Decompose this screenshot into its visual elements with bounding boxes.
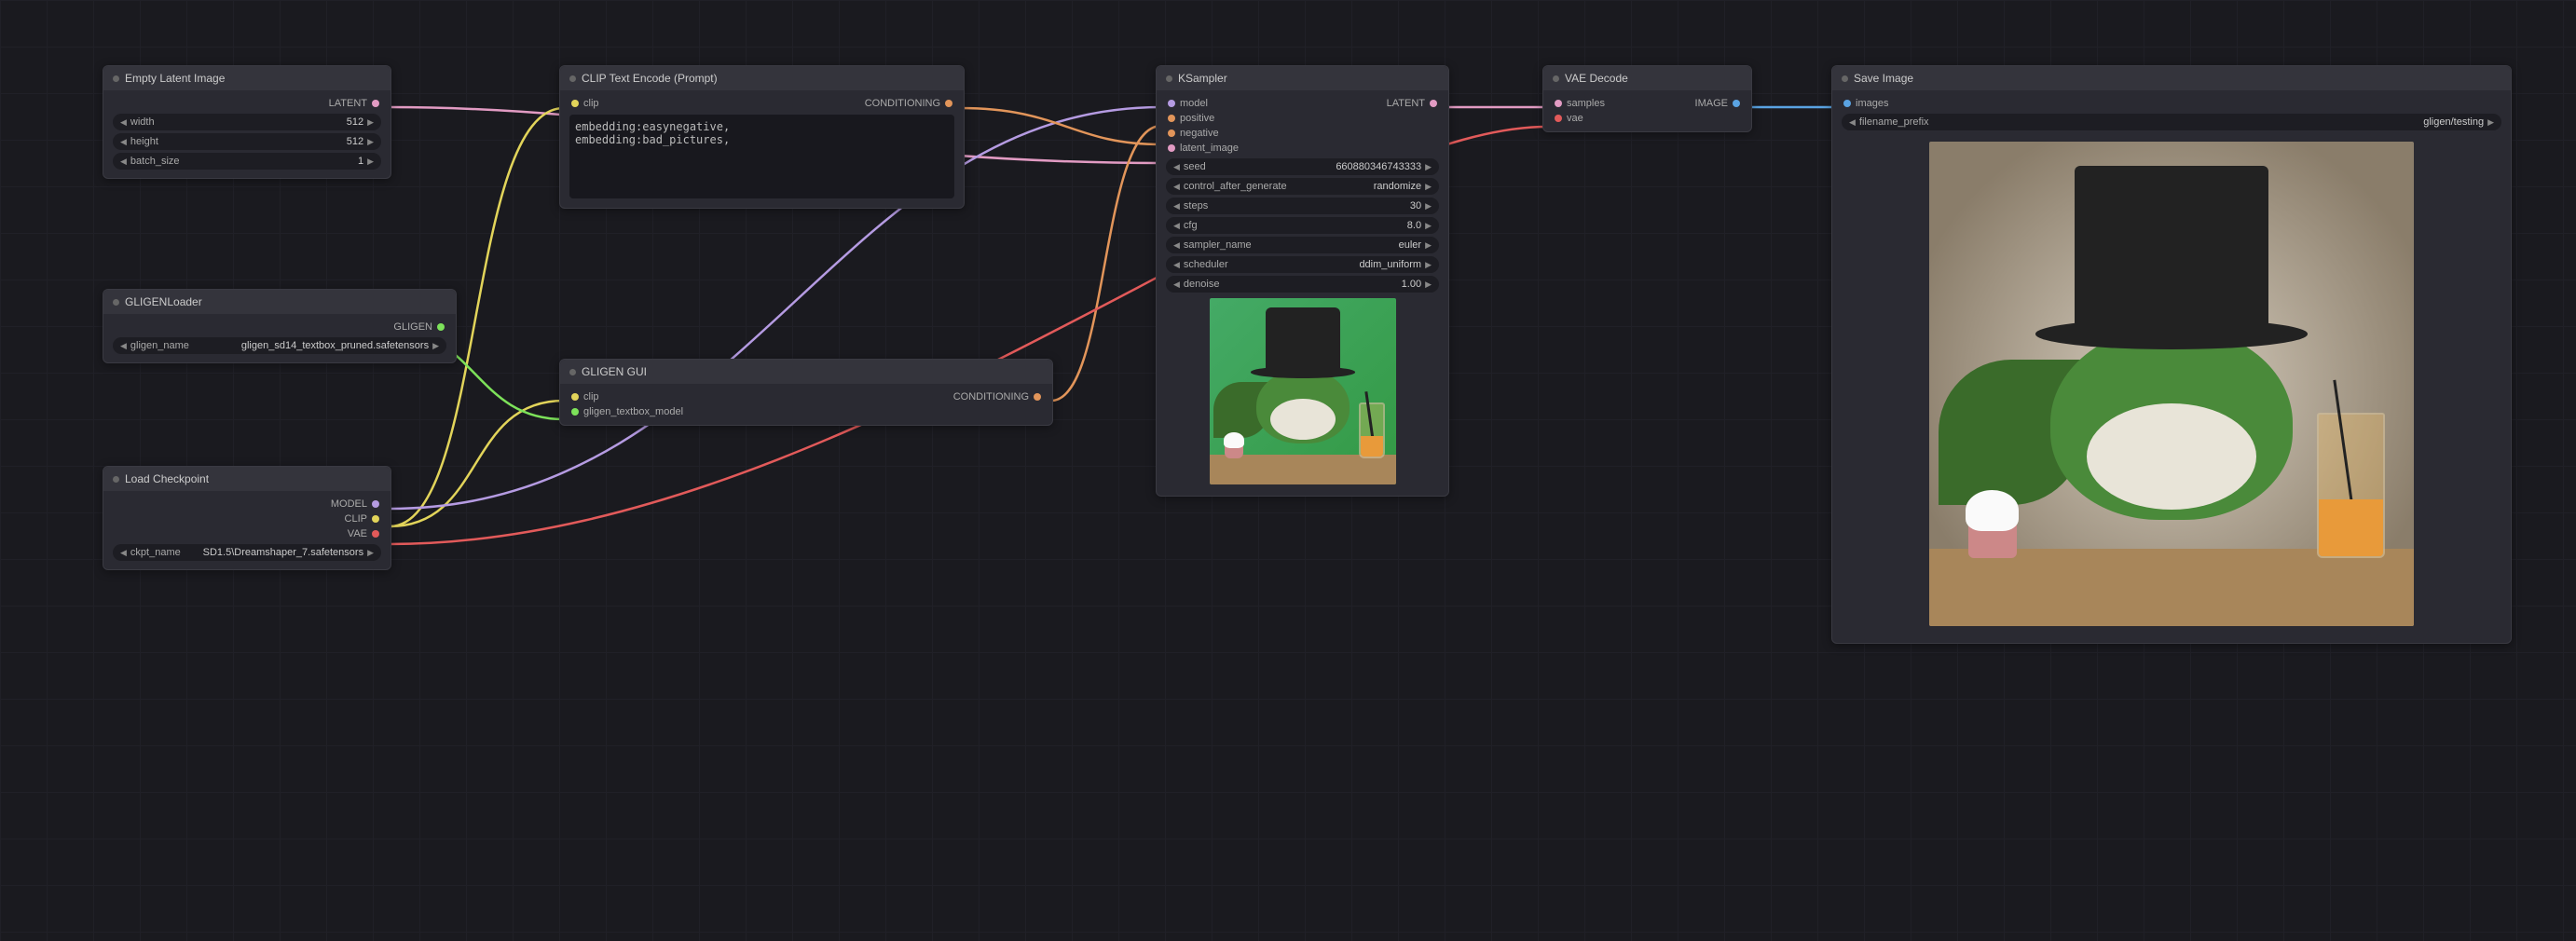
node-save-image[interactable]: Save Image images ◀filename_prefixgligen… <box>1831 65 2512 644</box>
scheduler-widget[interactable]: ◀schedulerddim_uniform▶ <box>1166 256 1439 273</box>
slot-gligen-out[interactable]: GLIGEN <box>393 321 432 333</box>
node-title[interactable]: Save Image <box>1832 66 2511 90</box>
slot-latent-in[interactable]: latent_image <box>1180 143 1239 154</box>
node-title[interactable]: KSampler <box>1157 66 1448 90</box>
cfg-widget[interactable]: ◀cfg8.0▶ <box>1166 217 1439 234</box>
slot-gligen-model-in[interactable]: gligen_textbox_model <box>583 406 683 417</box>
save-image-preview <box>1929 142 2414 626</box>
slot-latent-out[interactable]: LATENT <box>329 98 367 109</box>
node-gligen-gui[interactable]: GLIGEN GUI clip CONDITIONING gligen_text… <box>559 359 1053 426</box>
slot-samples-in[interactable]: samples <box>1567 98 1605 109</box>
ksampler-preview-image <box>1210 298 1396 484</box>
control-after-generate-widget[interactable]: ◀control_after_generaterandomize▶ <box>1166 178 1439 195</box>
slot-image-out[interactable]: IMAGE <box>1695 98 1728 109</box>
node-vae-decode[interactable]: VAE Decode samples IMAGE vae <box>1542 65 1752 132</box>
width-widget[interactable]: ◀width512▶ <box>113 114 381 130</box>
node-clip-text-encode[interactable]: CLIP Text Encode (Prompt) clip CONDITION… <box>559 65 965 209</box>
slot-negative-in[interactable]: negative <box>1180 128 1219 139</box>
filename-prefix-widget[interactable]: ◀filename_prefixgligen/testing▶ <box>1842 114 2501 130</box>
height-widget[interactable]: ◀height512▶ <box>113 133 381 150</box>
slot-clip-in[interactable]: clip <box>583 391 599 402</box>
slot-latent-out[interactable]: LATENT <box>1387 98 1425 109</box>
slot-vae-out[interactable]: VAE <box>348 528 367 539</box>
seed-widget[interactable]: ◀seed660880346743333▶ <box>1166 158 1439 175</box>
denoise-widget[interactable]: ◀denoise1.00▶ <box>1166 276 1439 293</box>
node-ksampler[interactable]: KSampler model LATENT positive negative … <box>1156 65 1449 497</box>
node-title[interactable]: Empty Latent Image <box>103 66 391 90</box>
node-title[interactable]: GLIGEN GUI <box>560 360 1052 384</box>
node-empty-latent-image[interactable]: Empty Latent Image LATENT ◀width512▶ ◀he… <box>103 65 391 179</box>
node-load-checkpoint[interactable]: Load Checkpoint MODEL CLIP VAE ◀ckpt_nam… <box>103 466 391 570</box>
slot-clip-out[interactable]: CLIP <box>345 513 367 525</box>
node-title[interactable]: GLIGENLoader <box>103 290 456 314</box>
slot-model-in[interactable]: model <box>1180 98 1208 109</box>
slot-conditioning-out[interactable]: CONDITIONING <box>953 391 1029 402</box>
slot-conditioning-out[interactable]: CONDITIONING <box>865 98 940 109</box>
slot-model-out[interactable]: MODEL <box>331 498 367 510</box>
prompt-textarea[interactable]: embedding:easynegative, embedding:bad_pi… <box>569 115 954 198</box>
sampler-name-widget[interactable]: ◀sampler_nameeuler▶ <box>1166 237 1439 253</box>
node-title[interactable]: CLIP Text Encode (Prompt) <box>560 66 964 90</box>
node-title[interactable]: Load Checkpoint <box>103 467 391 491</box>
slot-positive-in[interactable]: positive <box>1180 113 1214 124</box>
steps-widget[interactable]: ◀steps30▶ <box>1166 198 1439 214</box>
node-gligen-loader[interactable]: GLIGENLoader GLIGEN ◀gligen_namegligen_s… <box>103 289 457 363</box>
batch-size-widget[interactable]: ◀batch_size1▶ <box>113 153 381 170</box>
gligen-name-widget[interactable]: ◀gligen_namegligen_sd14_textbox_pruned.s… <box>113 337 446 354</box>
slot-clip-in[interactable]: clip <box>583 98 599 109</box>
node-title[interactable]: VAE Decode <box>1543 66 1751 90</box>
slot-vae-in[interactable]: vae <box>1567 113 1583 124</box>
slot-images-in[interactable]: images <box>1856 98 1888 109</box>
ckpt-name-widget[interactable]: ◀ckpt_nameSD1.5\Dreamshaper_7.safetensor… <box>113 544 381 561</box>
